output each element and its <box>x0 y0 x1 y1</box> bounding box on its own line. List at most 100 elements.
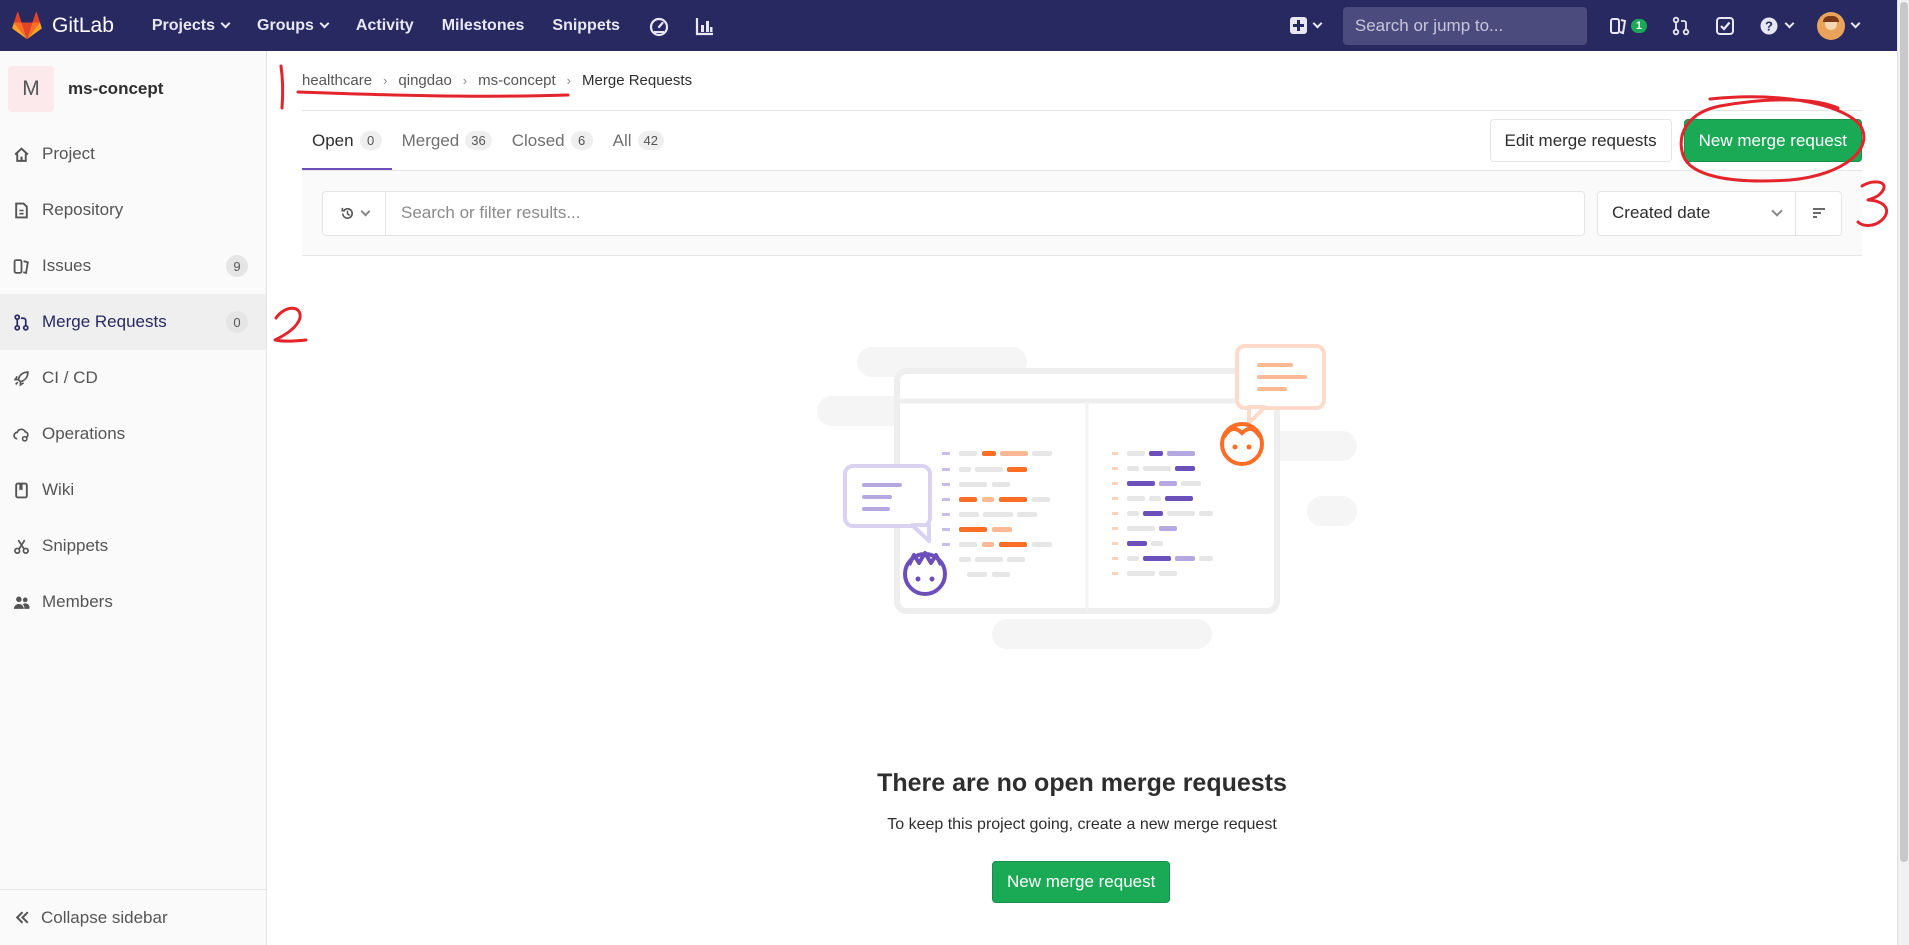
main-content: healthcare › qingdao › ms-concept › Merg… <box>302 51 1862 903</box>
recent-searches-button[interactable] <box>323 191 386 235</box>
gitlab-logo[interactable]: GitLab <box>12 0 114 51</box>
todo-check-icon <box>1716 16 1734 35</box>
issues-nav-button[interactable]: 1 <box>1609 16 1647 36</box>
empty-state-title: There are no open merge requests <box>877 769 1287 797</box>
plus-icon <box>1289 17 1307 34</box>
edit-merge-requests-button[interactable]: Edit merge requests <box>1489 119 1672 162</box>
sidebar-item-merge-requests[interactable]: Merge Requests 0 <box>0 294 266 350</box>
sidebar-item-issues[interactable]: Issues 9 <box>0 238 266 294</box>
sidebar-item-snippets[interactable]: Snippets <box>0 518 266 574</box>
new-merge-request-button[interactable]: New merge request <box>1683 119 1862 162</box>
issues-count-badge: 1 <box>1630 18 1647 33</box>
global-search-input[interactable] <box>1354 15 1576 36</box>
tab-closed[interactable]: Closed 6 <box>502 111 603 170</box>
sort-lowest-icon <box>1812 208 1825 218</box>
purple-face-icon <box>903 551 947 596</box>
sidebar-item-operations[interactable]: Operations <box>0 406 266 462</box>
sidebar-item-label: Repository <box>42 200 124 219</box>
sort-dropdown[interactable]: Created date <box>1597 190 1796 236</box>
tab-open[interactable]: Open 0 <box>302 111 392 170</box>
issues-icon <box>1609 17 1627 34</box>
scrollbar-thumb[interactable] <box>1900 2 1908 862</box>
tab-count-badge: 6 <box>570 131 593 150</box>
chart-icon[interactable] <box>694 15 716 37</box>
nav-projects[interactable]: Projects <box>152 17 231 35</box>
home-icon <box>12 145 30 163</box>
breadcrumb-merge-requests[interactable]: Merge Requests <box>582 72 692 89</box>
sidebar-item-members[interactable]: Members <box>0 574 266 630</box>
empty-new-merge-request-button[interactable]: New merge request <box>992 861 1171 903</box>
sidebar-item-label: Members <box>42 592 113 611</box>
sidebar-project-header[interactable]: M ms-concept <box>0 51 266 126</box>
todos-nav-button[interactable] <box>1715 16 1735 36</box>
issues-count-badge: 9 <box>226 255 248 277</box>
chevron-down-icon <box>1850 18 1861 29</box>
admin-dashboard-icon[interactable] <box>648 15 670 37</box>
empty-merge-requests-illustration <box>817 344 1357 649</box>
annotation-mark-3-stroke <box>1856 180 1888 227</box>
nav-milestones[interactable]: Milestones <box>442 17 525 35</box>
global-search[interactable] <box>1342 6 1587 45</box>
brand-name: GitLab <box>52 13 114 37</box>
user-menu-button[interactable] <box>1817 11 1861 40</box>
sort-direction-button[interactable] <box>1796 190 1842 236</box>
merge-requests-nav-button[interactable] <box>1671 16 1691 36</box>
merge-request-icon <box>12 313 30 331</box>
svg-text:?: ? <box>1765 18 1773 33</box>
sidebar-item-label: Merge Requests <box>42 312 167 331</box>
project-avatar: M <box>8 65 54 112</box>
history-icon <box>341 207 353 219</box>
sidebar-item-project[interactable]: Project <box>0 126 266 182</box>
sidebar-item-label: Wiki <box>42 480 75 499</box>
tanuki-icon <box>12 11 42 39</box>
users-icon <box>12 593 30 611</box>
sidebar-item-label: CI / CD <box>42 368 98 387</box>
annotation-mark-1-stroke <box>279 64 285 110</box>
filtered-search-box <box>322 190 1585 236</box>
collapse-sidebar-label: Collapse sidebar <box>41 907 168 927</box>
sidebar-item-ci-cd[interactable]: CI / CD <box>0 350 266 406</box>
tab-count-badge: 36 <box>465 131 492 150</box>
rocket-icon <box>12 369 30 387</box>
sidebar-item-label: Snippets <box>42 536 109 555</box>
merge-request-icon <box>1672 16 1690 35</box>
chevron-down-icon <box>319 18 330 29</box>
project-sidebar: M ms-concept Project Repository Issues 9… <box>0 51 267 945</box>
sidebar-item-label: Project <box>42 144 95 163</box>
chat-bubble-orange-icon <box>1235 344 1326 425</box>
filter-bar: Created date <box>302 170 1862 256</box>
help-dropdown-button[interactable]: ? <box>1759 16 1795 36</box>
doc-icon <box>12 201 30 219</box>
nav-activity[interactable]: Activity <box>356 17 414 35</box>
orange-face-icon <box>1220 422 1264 466</box>
avatar <box>1817 11 1845 40</box>
new-dropdown-button[interactable] <box>1289 17 1323 34</box>
sidebar-item-repository[interactable]: Repository <box>0 182 266 238</box>
breadcrumb-qingdao[interactable]: qingdao <box>398 72 451 89</box>
empty-state-subtitle: To keep this project going, create a new… <box>887 816 1277 833</box>
sidebar-item-wiki[interactable]: Wiki <box>0 462 266 518</box>
annotation-mark-2-stroke <box>273 306 308 343</box>
breadcrumb-healthcare[interactable]: healthcare <box>302 72 372 89</box>
scissors-icon <box>12 537 30 555</box>
chevron-right-icon: › <box>462 73 468 88</box>
chevron-down-icon <box>220 18 231 29</box>
breadcrumb-ms-concept[interactable]: ms-concept <box>478 72 556 89</box>
chat-bubble-purple-icon <box>843 464 932 543</box>
nav-snippets[interactable]: Snippets <box>552 17 620 35</box>
tab-merged[interactable]: Merged 36 <box>392 111 502 170</box>
nav-groups[interactable]: Groups <box>257 17 330 35</box>
chevron-down-icon <box>1784 18 1795 29</box>
page-scrollbar[interactable] <box>1897 0 1909 945</box>
tab-all[interactable]: All 42 <box>603 111 674 170</box>
cloud-gear-icon <box>12 425 30 443</box>
chevron-down-icon <box>360 206 370 216</box>
sort-value: Created date <box>1612 203 1711 222</box>
chevron-right-icon: › <box>566 73 572 88</box>
top-navbar: GitLab Projects Groups Activity Mileston… <box>0 0 1897 51</box>
filter-search-input[interactable] <box>386 203 1584 223</box>
issues-icon <box>12 257 30 275</box>
chevron-right-icon: › <box>383 73 388 88</box>
book-icon <box>12 481 30 499</box>
collapse-sidebar-button[interactable]: Collapse sidebar <box>0 889 266 945</box>
